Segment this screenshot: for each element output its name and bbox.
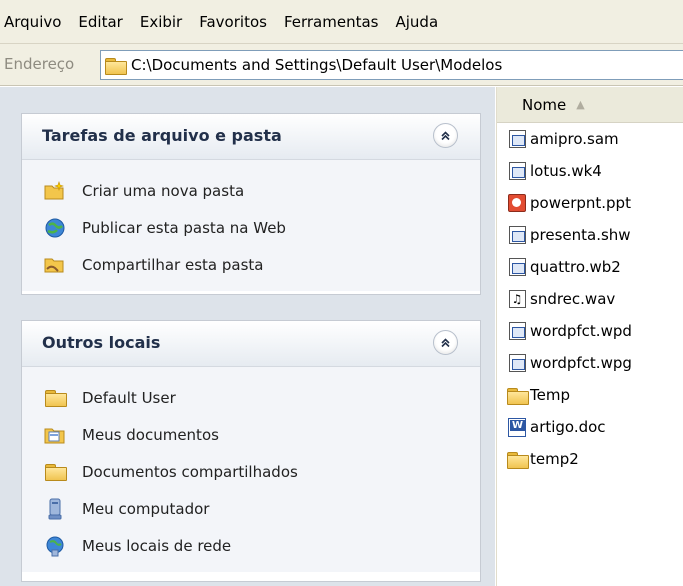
file-item[interactable]: ♫ sndrec.wav bbox=[497, 283, 683, 315]
file-name: presenta.shw bbox=[530, 226, 631, 244]
folder-icon bbox=[507, 449, 529, 469]
other-places-header[interactable]: Outros locais bbox=[22, 321, 480, 367]
powerpoint-icon bbox=[507, 193, 527, 213]
place-shared-documents[interactable]: Documentos compartilhados bbox=[44, 453, 480, 490]
document-icon bbox=[507, 321, 527, 341]
new-folder-icon bbox=[44, 180, 66, 202]
network-places-icon bbox=[44, 535, 66, 557]
task-publish-web[interactable]: Publicar esta pasta na Web bbox=[44, 209, 480, 246]
file-item[interactable]: powerpnt.ppt bbox=[497, 187, 683, 219]
word-icon bbox=[507, 417, 527, 437]
folder-icon bbox=[105, 57, 127, 75]
my-documents-icon bbox=[44, 424, 66, 446]
document-icon bbox=[507, 161, 527, 181]
column-header-name[interactable]: Nome ▲ bbox=[497, 87, 683, 123]
folder-icon bbox=[507, 385, 529, 405]
task-share-folder[interactable]: Compartilhar esta pasta bbox=[44, 246, 480, 283]
task-label: Compartilhar esta pasta bbox=[82, 255, 264, 274]
file-tasks-panel: Tarefas de arquivo e pasta Criar uma nov… bbox=[21, 113, 481, 295]
file-item[interactable]: quattro.wb2 bbox=[497, 251, 683, 283]
other-places-panel: Outros locais Default User Meus document… bbox=[21, 320, 481, 582]
file-name: amipro.sam bbox=[530, 130, 619, 148]
collapse-chevron-icon[interactable] bbox=[433, 330, 458, 355]
file-item[interactable]: Temp bbox=[497, 379, 683, 411]
publish-web-icon bbox=[44, 217, 66, 239]
audio-icon: ♫ bbox=[507, 289, 527, 309]
column-label: Nome bbox=[522, 95, 567, 114]
place-label: Meus documentos bbox=[82, 425, 219, 444]
folder-icon bbox=[44, 461, 67, 483]
place-label: Meus locais de rede bbox=[82, 536, 232, 555]
address-bar: Endereço C:\Documents and Settings\Defau… bbox=[0, 44, 683, 86]
other-places-body: Default User Meus documentos Documentos … bbox=[22, 367, 480, 572]
file-name: wordpfct.wpg bbox=[530, 354, 632, 372]
file-tasks-header[interactable]: Tarefas de arquivo e pasta bbox=[22, 114, 480, 160]
document-icon bbox=[507, 257, 527, 277]
sort-ascending-icon: ▲ bbox=[576, 98, 585, 111]
file-name: artigo.doc bbox=[530, 418, 606, 436]
place-my-documents[interactable]: Meus documentos bbox=[44, 416, 480, 453]
address-path: C:\Documents and Settings\Default User\M… bbox=[131, 56, 503, 74]
document-icon bbox=[507, 353, 527, 373]
menu-arquivo[interactable]: Arquivo bbox=[0, 0, 70, 44]
task-new-folder[interactable]: Criar uma nova pasta bbox=[44, 172, 480, 209]
file-list: Nome ▲ amipro.sam lotus.wk4 powerpnt.ppt… bbox=[496, 87, 683, 586]
place-label: Meu computador bbox=[82, 499, 210, 518]
panel-title: Tarefas de arquivo e pasta bbox=[42, 126, 282, 145]
file-name: powerpnt.ppt bbox=[530, 194, 631, 212]
file-name: wordpfct.wpd bbox=[530, 322, 632, 340]
my-computer-icon bbox=[44, 498, 66, 520]
file-name: lotus.wk4 bbox=[530, 162, 602, 180]
file-item[interactable]: amipro.sam bbox=[497, 123, 683, 155]
place-default-user[interactable]: Default User bbox=[44, 379, 480, 416]
document-icon bbox=[507, 225, 527, 245]
task-label: Criar uma nova pasta bbox=[82, 181, 245, 200]
menu-favoritos[interactable]: Favoritos bbox=[191, 0, 276, 44]
file-item[interactable]: artigo.doc bbox=[497, 411, 683, 443]
menu-bar: Arquivo Editar Exibir Favoritos Ferramen… bbox=[0, 0, 683, 44]
file-name: quattro.wb2 bbox=[530, 258, 621, 276]
share-folder-icon bbox=[44, 254, 66, 276]
file-name: temp2 bbox=[530, 450, 579, 468]
file-name: sndrec.wav bbox=[530, 290, 616, 308]
file-item[interactable]: lotus.wk4 bbox=[497, 155, 683, 187]
file-name: Temp bbox=[530, 386, 570, 404]
document-icon bbox=[507, 129, 527, 149]
menu-ferramentas[interactable]: Ferramentas bbox=[276, 0, 388, 44]
file-item[interactable]: presenta.shw bbox=[497, 219, 683, 251]
place-network-places[interactable]: Meus locais de rede bbox=[44, 527, 480, 564]
place-my-computer[interactable]: Meu computador bbox=[44, 490, 480, 527]
menu-exibir[interactable]: Exibir bbox=[132, 0, 191, 44]
task-pane: Tarefas de arquivo e pasta Criar uma nov… bbox=[0, 87, 495, 586]
file-item[interactable]: wordpfct.wpg bbox=[497, 347, 683, 379]
task-label: Publicar esta pasta na Web bbox=[82, 218, 286, 237]
place-label: Documentos compartilhados bbox=[82, 462, 298, 481]
file-tasks-body: Criar uma nova pasta Publicar esta pasta… bbox=[22, 160, 480, 291]
menu-editar[interactable]: Editar bbox=[70, 0, 131, 44]
place-label: Default User bbox=[82, 388, 176, 407]
address-input[interactable]: C:\Documents and Settings\Default User\M… bbox=[100, 50, 683, 80]
collapse-chevron-icon[interactable] bbox=[433, 123, 458, 148]
panel-title: Outros locais bbox=[42, 333, 161, 352]
file-item[interactable]: temp2 bbox=[497, 443, 683, 475]
menu-ajuda[interactable]: Ajuda bbox=[388, 0, 448, 44]
address-label: Endereço bbox=[4, 55, 75, 73]
folder-icon bbox=[44, 387, 67, 409]
file-item[interactable]: wordpfct.wpd bbox=[497, 315, 683, 347]
